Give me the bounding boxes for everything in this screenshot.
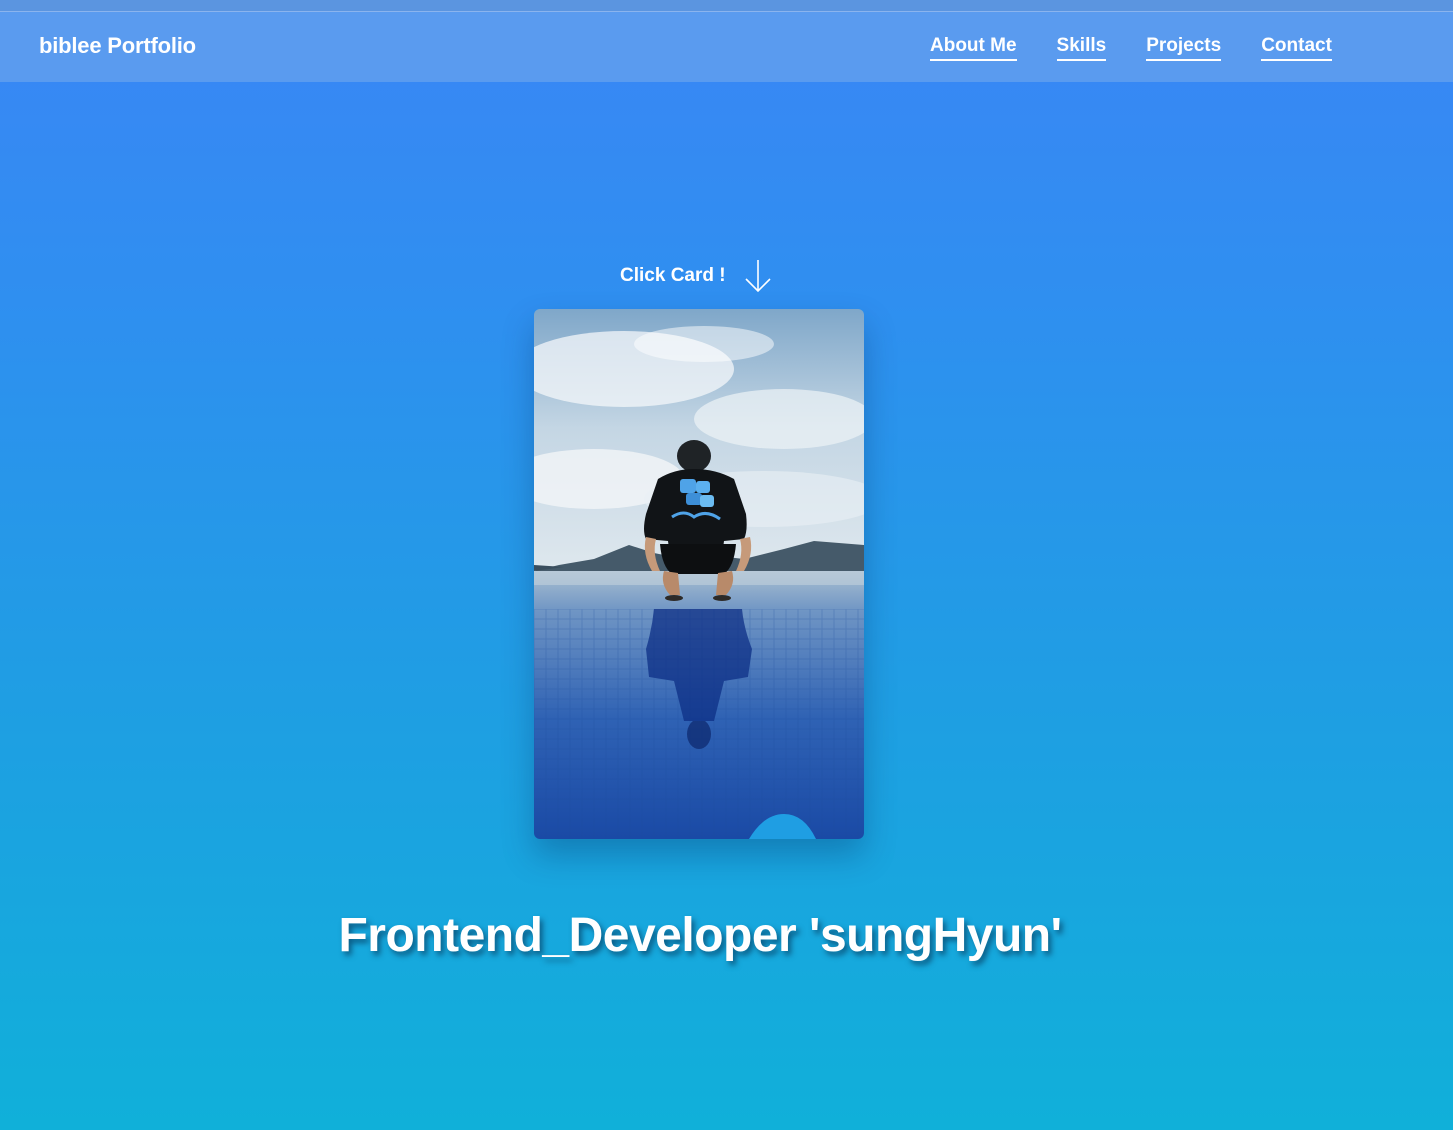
- nav-links: About Me Skills Projects Contact: [930, 34, 1332, 61]
- nav-link-about-me[interactable]: About Me: [930, 34, 1017, 61]
- navbar: biblee Portfolio About Me Skills Project…: [0, 12, 1453, 82]
- window-top-strip: [0, 0, 1453, 12]
- arrow-down-icon: [745, 260, 771, 293]
- click-card-hint: Click Card !: [620, 258, 772, 294]
- profile-card[interactable]: [534, 309, 864, 839]
- hero-tagline: Frontend_Developer 'sungHyun': [338, 909, 1062, 963]
- hint-label: Click Card !: [620, 265, 726, 286]
- nav-link-contact[interactable]: Contact: [1261, 34, 1332, 61]
- profile-photo: [534, 309, 864, 839]
- nav-link-projects[interactable]: Projects: [1146, 34, 1222, 61]
- nav-link-skills[interactable]: Skills: [1056, 34, 1107, 61]
- brand-logo[interactable]: biblee Portfolio: [39, 33, 196, 59]
